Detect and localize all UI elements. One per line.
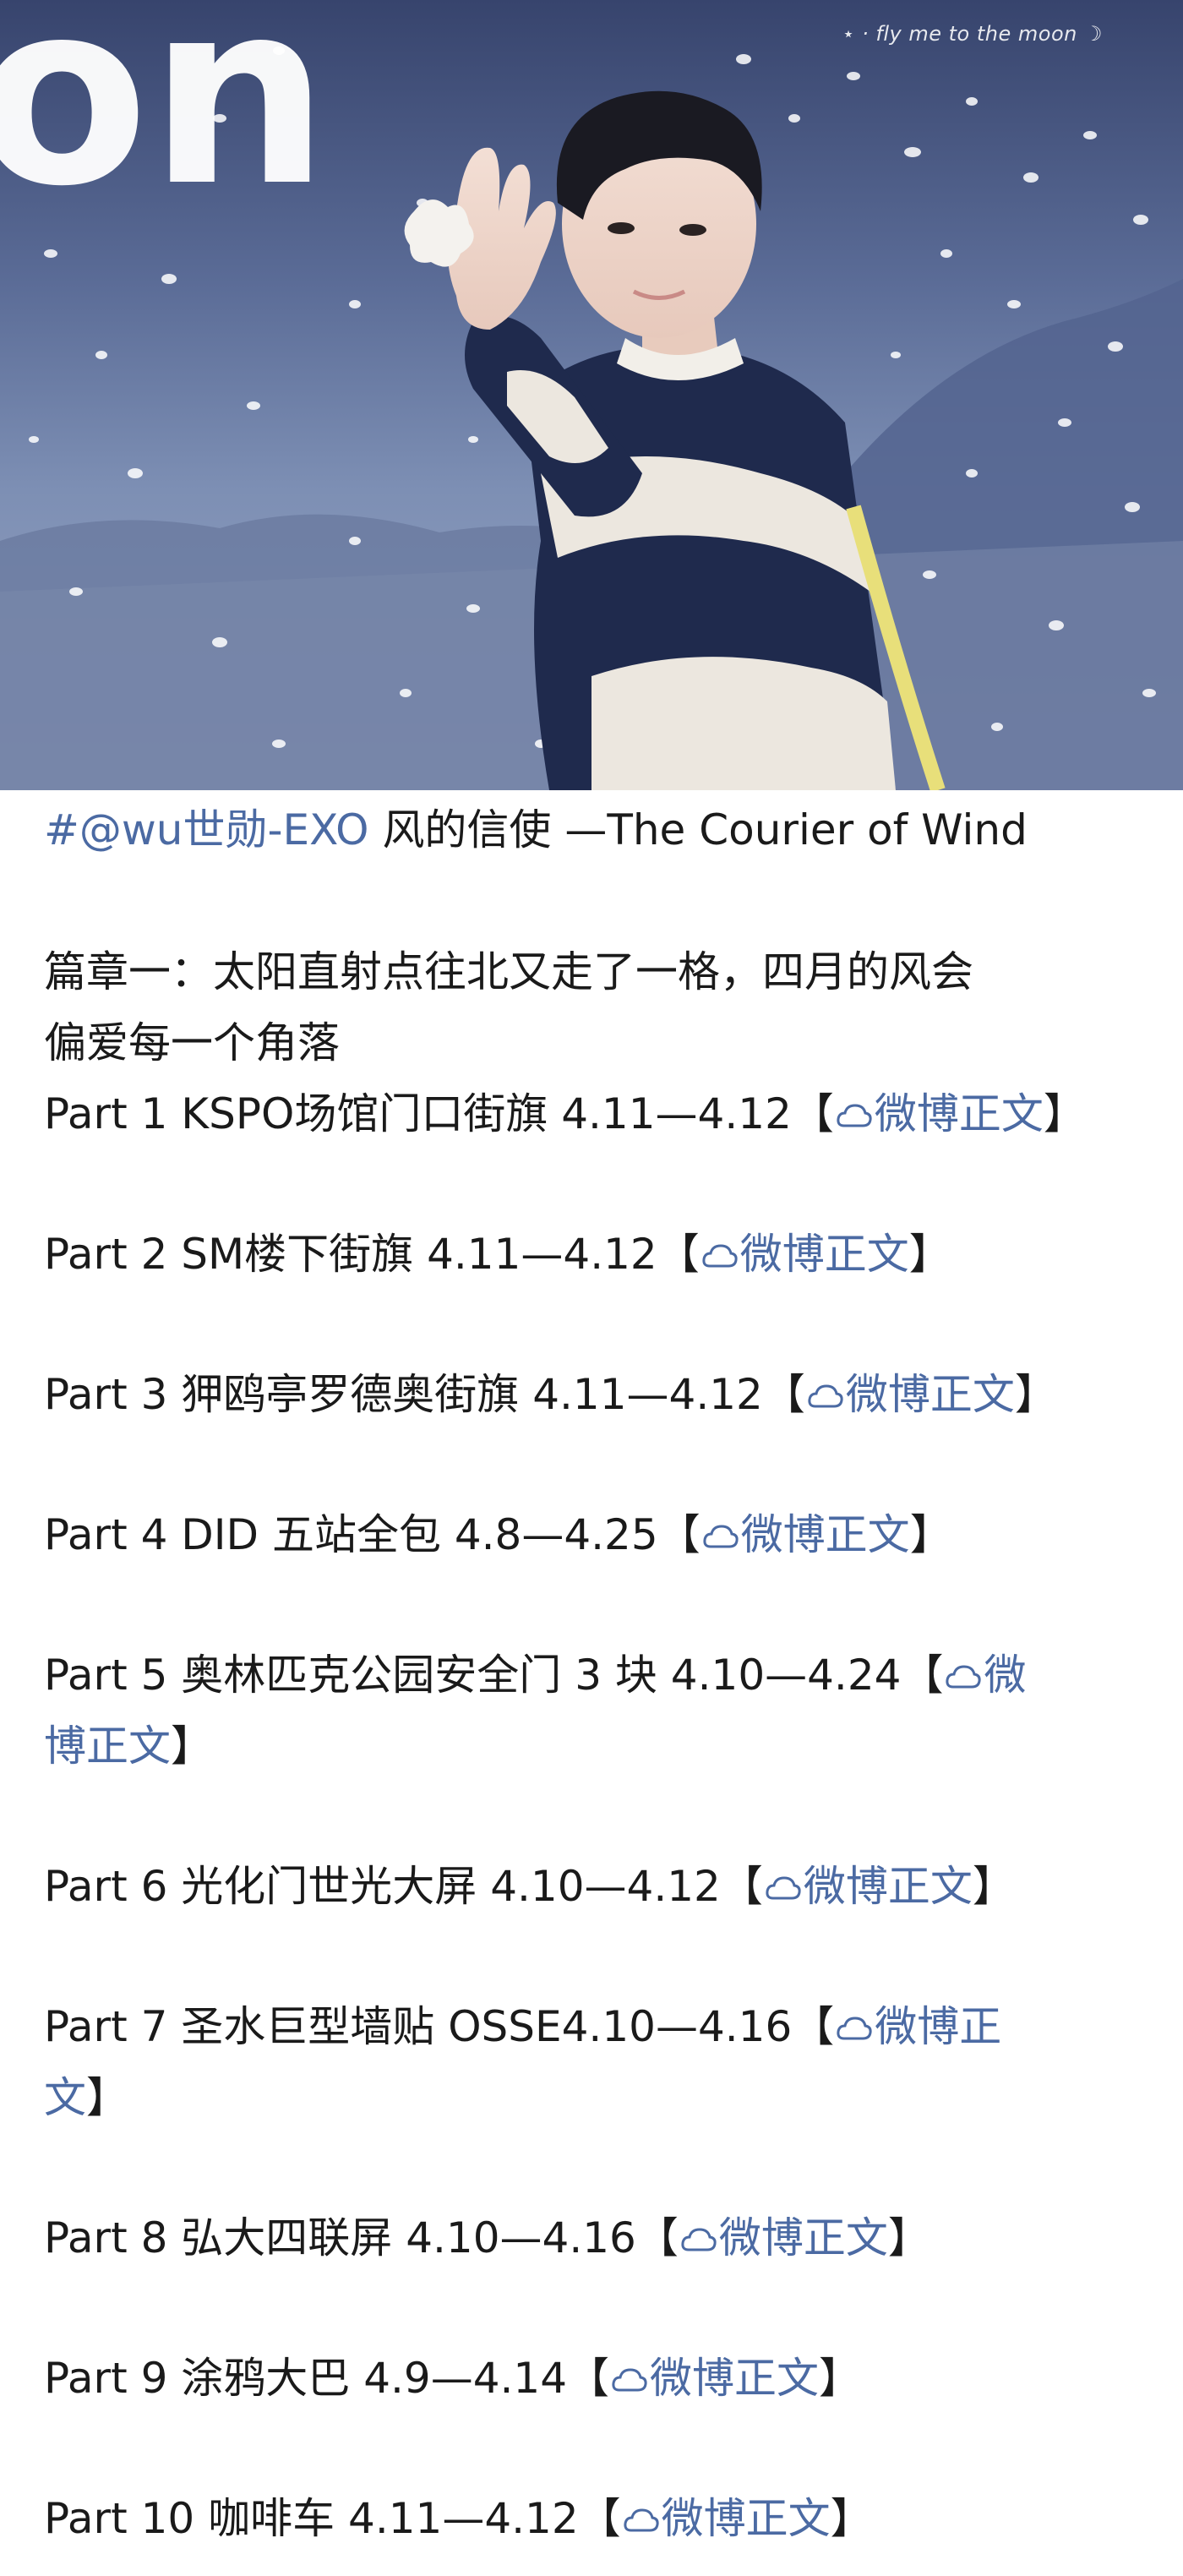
weibo-post-link-continued[interactable]: 博正文 bbox=[44, 1722, 171, 1771]
chapter-line-2: 偏爱每一个角落 bbox=[44, 1018, 340, 1067]
part-label: Part 1 KSPO场馆门口街旗 4.11—4.12 bbox=[44, 1089, 792, 1138]
weibo-link-icon bbox=[946, 1665, 982, 1689]
part-item: Part 10 咖啡车 4.11—4.12【 微博正文】 bbox=[44, 2494, 873, 2543]
part-item: Part 9 涂鸦大巴 4.9—4.14【 微博正文】 bbox=[44, 2354, 862, 2403]
post-title-text: 风的信使 —The Courier of Wind bbox=[382, 805, 1028, 854]
part-item: Part 7 圣水巨型墙贴 OSSE4.10—4.16【 微博正 bbox=[44, 2002, 1002, 2051]
post-title-line: #@wu世勋-EXO 风的信使 —The Courier of Wind bbox=[44, 794, 1151, 865]
part-label: Part 5 奥林匹克公园安全门 3 块 4.10—4.24 bbox=[44, 1651, 902, 1700]
weibo-link-icon bbox=[624, 2508, 659, 2532]
weibo-post-link[interactable]: 微博正文 bbox=[679, 2213, 888, 2262]
weibo-link-icon bbox=[681, 2228, 717, 2251]
part-label: Part 9 涂鸦大巴 4.9—4.14 bbox=[44, 2354, 568, 2403]
weibo-post-link[interactable]: 微博正文 bbox=[609, 2354, 819, 2403]
part-label: Part 10 咖啡车 4.11—4.12 bbox=[44, 2494, 579, 2543]
hero-illustration: on bbox=[0, 0, 1183, 790]
part-label: Part 8 弘大四联屏 4.10—4.16 bbox=[44, 2213, 636, 2262]
weibo-post-link[interactable]: 微博正文 bbox=[700, 1230, 909, 1279]
weibo-post-link[interactable]: 微博正文 bbox=[834, 1089, 1044, 1138]
weibo-post-link[interactable]: 微 bbox=[943, 1651, 1026, 1700]
part-label: Part 2 SM楼下街旗 4.11—4.12 bbox=[44, 1230, 657, 1279]
part-label: Part 4 DID 五站全包 4.8—4.25 bbox=[44, 1510, 658, 1559]
weibo-post-link[interactable]: 微博正文 bbox=[621, 2494, 831, 2543]
watermark-text: ⋆ · fly me to the moon ☽ bbox=[842, 22, 1103, 46]
part-item-continued: 博正文】 bbox=[44, 1722, 213, 1771]
part-item: Part 6 光化门世光大屏 4.10—4.12【 微博正文】 bbox=[44, 1862, 1015, 1911]
weibo-post-link-continued[interactable]: 文 bbox=[44, 2073, 86, 2122]
hashtag-link[interactable]: #@wu世勋-EXO bbox=[44, 805, 369, 854]
part-label: Part 7 圣水巨型墙贴 OSSE4.10—4.16 bbox=[44, 2002, 793, 2051]
part-item: Part 5 奥林匹克公园安全门 3 块 4.10—4.24【微 bbox=[44, 1651, 1027, 1700]
part-item: Part 4 DID 五站全包 4.8—4.25【 微博正文】 bbox=[44, 1510, 952, 1559]
part-item: Part 2 SM楼下街旗 4.11—4.12【 微博正文】 bbox=[44, 1230, 951, 1279]
weibo-post-link[interactable]: 微博正文 bbox=[701, 1510, 910, 1559]
part-item: Part 8 弘大四联屏 4.10—4.16【 微博正文】 bbox=[44, 2213, 930, 2262]
weibo-link-icon bbox=[703, 1525, 739, 1548]
part-label: Part 6 光化门世光大屏 4.10—4.12 bbox=[44, 1862, 721, 1911]
weibo-link-icon bbox=[837, 2017, 872, 2040]
weibo-post-link[interactable]: 微博正文 bbox=[805, 1370, 1015, 1419]
weibo-link-icon bbox=[808, 1384, 843, 1408]
hero-photo: on ⋆ · fly me to the moon ☽ bbox=[0, 0, 1183, 790]
weibo-link-icon bbox=[612, 2368, 647, 2392]
weibo-link-icon bbox=[837, 1104, 872, 1127]
chapter-line-1: 篇章一：太阳直射点往北又走了一格，四月的风会 bbox=[44, 947, 973, 996]
part-item: Part 1 KSPO场馆门口街旗 4.11—4.12【 微博正文】 bbox=[44, 1089, 1086, 1138]
part-item: Part 3 狎鸥亭罗德奥街旗 4.11—4.12【 微博正文】 bbox=[44, 1370, 1057, 1419]
post-body: #@wu世勋-EXO 风的信使 —The Courier of Wind 篇章一… bbox=[44, 794, 1151, 2554]
part-label: Part 3 狎鸥亭罗德奥街旗 4.11—4.12 bbox=[44, 1370, 763, 1419]
weibo-link-icon bbox=[702, 1244, 738, 1268]
part-item-continued: 文】 bbox=[44, 2073, 128, 2122]
weibo-post-link[interactable]: 微博正文 bbox=[763, 1862, 973, 1911]
weibo-link-icon bbox=[766, 1876, 801, 1900]
weibo-post-link[interactable]: 微博正 bbox=[834, 2002, 1001, 2051]
background-sign-text: on bbox=[0, 0, 330, 242]
